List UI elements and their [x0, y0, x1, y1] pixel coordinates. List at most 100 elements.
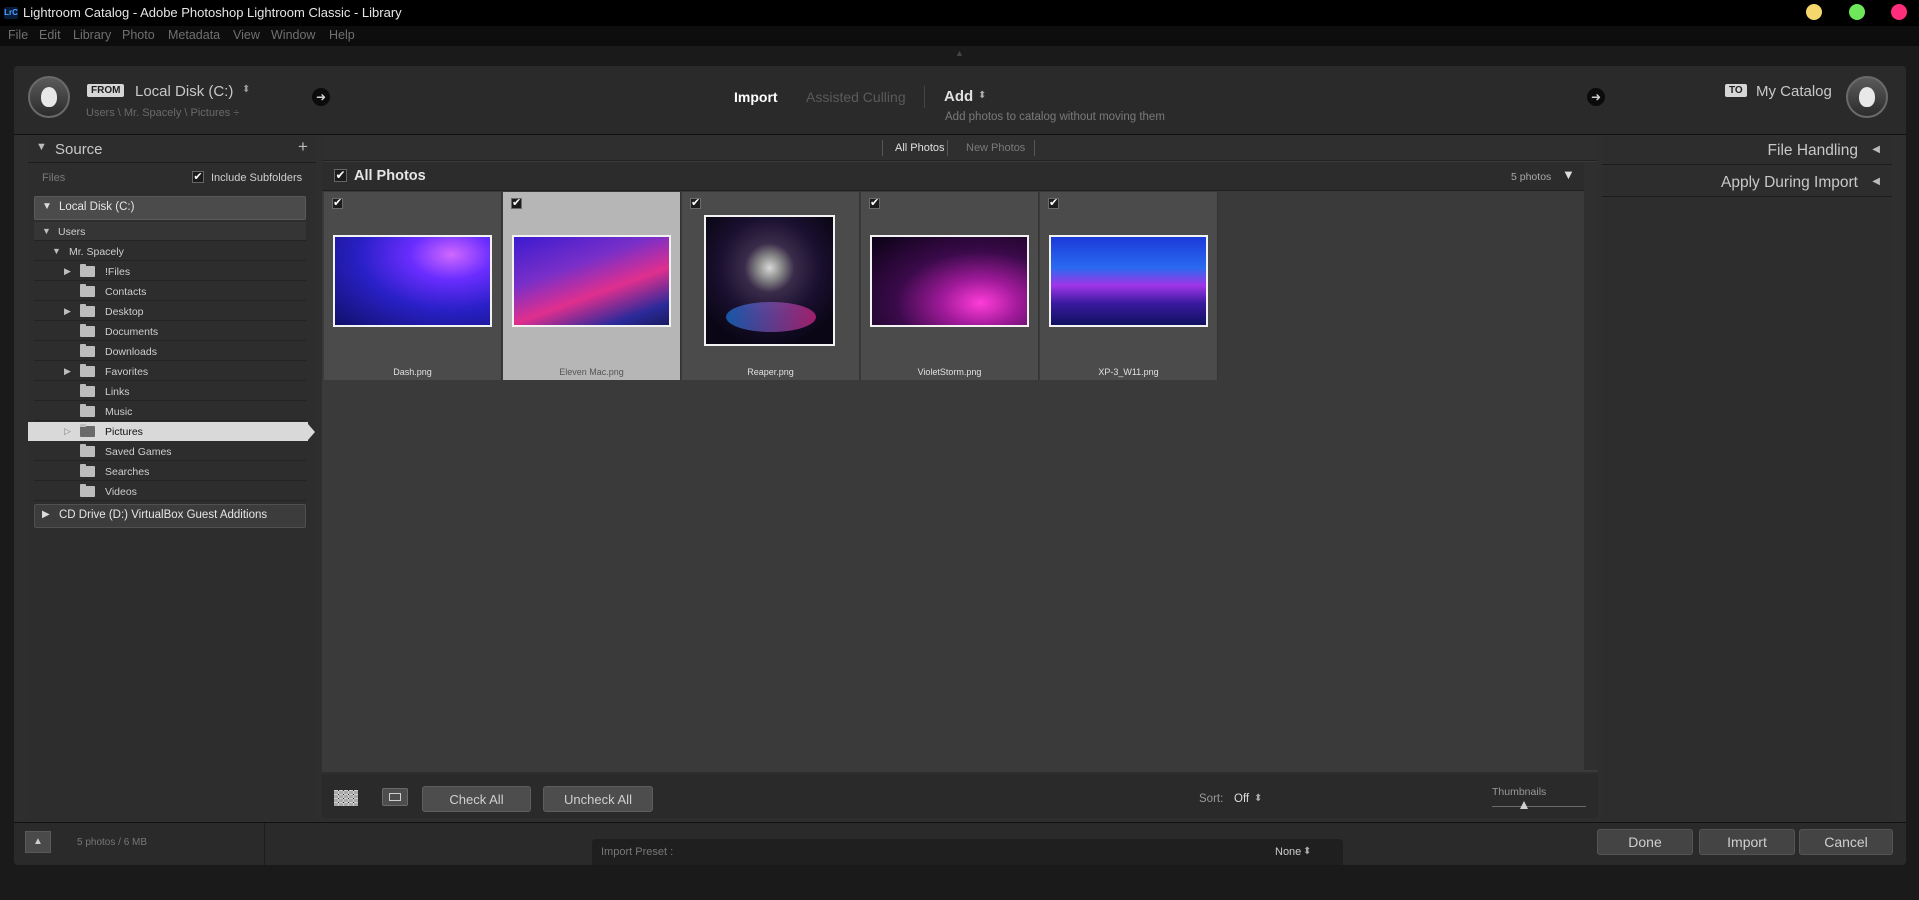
tab-import[interactable]: Import [734, 89, 778, 105]
photo-checkbox[interactable]: ✔ [1048, 198, 1059, 209]
folder-icon [80, 464, 95, 477]
photo-cell[interactable]: ✔ Reaper.png [682, 192, 860, 380]
close-button[interactable] [1891, 4, 1907, 20]
grid-view-icon[interactable] [332, 787, 360, 809]
tab-all-photos[interactable]: All Photos [895, 142, 945, 154]
cancel-button[interactable]: Cancel [1799, 829, 1893, 855]
photo-checkbox[interactable]: ✔ [511, 198, 522, 209]
menu-edit[interactable]: Edit [39, 28, 61, 42]
expand-triangle-icon[interactable]: ▷ [64, 426, 71, 437]
file-handling-panel-header[interactable]: File Handling ◀ [1602, 136, 1892, 165]
menu-photo[interactable]: Photo [122, 28, 155, 42]
include-subfolders-label[interactable]: Include Subfolders [211, 172, 302, 184]
expand-triangle-icon[interactable]: ▶ [64, 266, 71, 277]
folder-icon [80, 444, 95, 457]
grid-scrollbar[interactable] [1584, 162, 1598, 770]
loupe-view-icon[interactable] [382, 788, 408, 806]
tree-users[interactable]: ▼ Users [34, 222, 306, 241]
check-all-button[interactable]: Check All [422, 786, 531, 812]
menu-metadata[interactable]: Metadata [168, 28, 220, 42]
folder-row[interactable]: Videos [34, 482, 306, 501]
add-source-icon[interactable]: + [298, 137, 308, 157]
expand-triangle-icon[interactable]: ▶ [42, 509, 50, 520]
folder-label: Links [105, 386, 130, 398]
uncheck-all-button[interactable]: Uncheck All [543, 786, 653, 812]
import-preset-value[interactable]: None [1275, 846, 1301, 858]
section-menu-icon[interactable]: ▼ [1562, 167, 1575, 182]
folder-icon [80, 344, 95, 357]
to-tag: TO [1725, 84, 1747, 97]
selection-pointer [308, 424, 315, 440]
apply-during-import-panel-header[interactable]: Apply During Import ◀ [1602, 168, 1892, 197]
expand-triangle-icon[interactable]: ▼ [42, 201, 52, 212]
done-button[interactable]: Done [1597, 829, 1693, 855]
minimize-button[interactable] [1806, 4, 1822, 20]
expand-triangle-icon[interactable]: ▶ [64, 366, 71, 377]
folder-icon [80, 324, 95, 337]
tree-user[interactable]: ▼ Mr. Spacely [34, 242, 306, 261]
photo-filename: Dash.png [393, 367, 432, 377]
file-handling-title: File Handling [1767, 142, 1858, 159]
photo-checkbox[interactable]: ✔ [869, 198, 880, 209]
drive-c-row[interactable]: ▼ Local Disk (C:) [34, 196, 306, 220]
menu-library[interactable]: Library [73, 28, 111, 42]
collapse-triangle-icon[interactable]: ▼ [36, 141, 47, 153]
expand-triangle-icon[interactable]: ▼ [42, 226, 51, 236]
photo-checkbox[interactable]: ✔ [332, 198, 343, 209]
thumbnail-slider-handle[interactable] [1520, 801, 1528, 809]
import-summary: 5 photos / 6 MB [77, 837, 148, 848]
include-subfolders-checkbox[interactable]: ✔ [192, 171, 204, 183]
folder-label: Downloads [105, 346, 157, 358]
arrow-right-icon: ➜ [1587, 88, 1605, 106]
preset-dropdown-icon[interactable]: ⬍ [1303, 846, 1311, 857]
menu-help[interactable]: Help [329, 28, 355, 42]
sort-dropdown[interactable]: Off [1234, 793, 1249, 805]
expand-up-icon[interactable]: ▲ [25, 831, 51, 853]
sort-dropdown-icon[interactable]: ⬍ [1254, 793, 1262, 804]
folder-row[interactable]: Saved Games [34, 442, 306, 461]
expand-triangle-icon[interactable]: ▶ [64, 306, 71, 317]
menu-view[interactable]: View [233, 28, 260, 42]
source-panel-header[interactable]: ▼ Source + [28, 136, 316, 163]
maximize-button[interactable] [1849, 4, 1865, 20]
photo-cell[interactable]: ✔ VioletStorm.png [861, 192, 1039, 380]
source-dropdown-icon[interactable]: ⬍ [242, 84, 250, 95]
sort-label: Sort: [1199, 793, 1224, 805]
drive-d-row[interactable]: ▶ CD Drive (D:) VirtualBox Guest Additio… [34, 504, 306, 528]
folder-row[interactable]: ▶ Desktop [34, 302, 306, 321]
source-path[interactable]: Users \ Mr. Spacely \ Pictures ÷ [86, 107, 239, 119]
folder-row[interactable]: Contacts [34, 282, 306, 301]
menu-window[interactable]: Window [271, 28, 315, 42]
action-add[interactable]: Add [944, 88, 973, 105]
folder-row[interactable]: Links [34, 382, 306, 401]
folder-row[interactable]: ▶ Favorites [34, 362, 306, 381]
photo-cell-selected[interactable]: ✔ Eleven Mac.png [503, 192, 681, 380]
folder-row-selected[interactable]: ▷ Pictures [28, 422, 315, 441]
menu-file[interactable]: File [8, 28, 28, 42]
folder-row[interactable]: Music [34, 402, 306, 421]
photo-cell[interactable]: ✔ Dash.png [324, 192, 502, 380]
folder-row[interactable]: Documents [34, 322, 306, 341]
tab-new-photos[interactable]: New Photos [966, 142, 1025, 154]
thumbnail-size-slider[interactable] [1492, 806, 1586, 807]
expand-left-triangle-icon[interactable]: ◀ [1872, 176, 1880, 187]
folder-row[interactable]: ▶ !Files [34, 262, 306, 281]
photo-checkbox[interactable]: ✔ [690, 198, 701, 209]
select-all-checkbox[interactable]: ✔ [334, 169, 347, 182]
photo-filename: VioletStorm.png [917, 367, 982, 377]
import-button[interactable]: Import [1699, 829, 1795, 855]
source-selector[interactable]: Local Disk (C:) [135, 83, 233, 100]
action-dropdown-icon[interactable]: ⬍ [978, 90, 986, 101]
photo-cell[interactable]: ✔ XP-3_W11.png [1040, 192, 1218, 380]
destination-logo-icon [1846, 76, 1888, 118]
collapse-top-panel-icon[interactable]: ▲ [955, 48, 964, 58]
folder-row[interactable]: Searches [34, 462, 306, 481]
tab-assisted-culling[interactable]: Assisted Culling [806, 89, 906, 105]
expand-left-triangle-icon[interactable]: ◀ [1872, 144, 1880, 155]
divider [882, 140, 883, 156]
folder-icon [80, 484, 95, 497]
folder-icon [80, 384, 95, 397]
folder-row[interactable]: Downloads [34, 342, 306, 361]
expand-triangle-icon[interactable]: ▼ [52, 246, 61, 256]
import-preset-bar[interactable]: Import Preset : None ⬍ [592, 839, 1343, 865]
